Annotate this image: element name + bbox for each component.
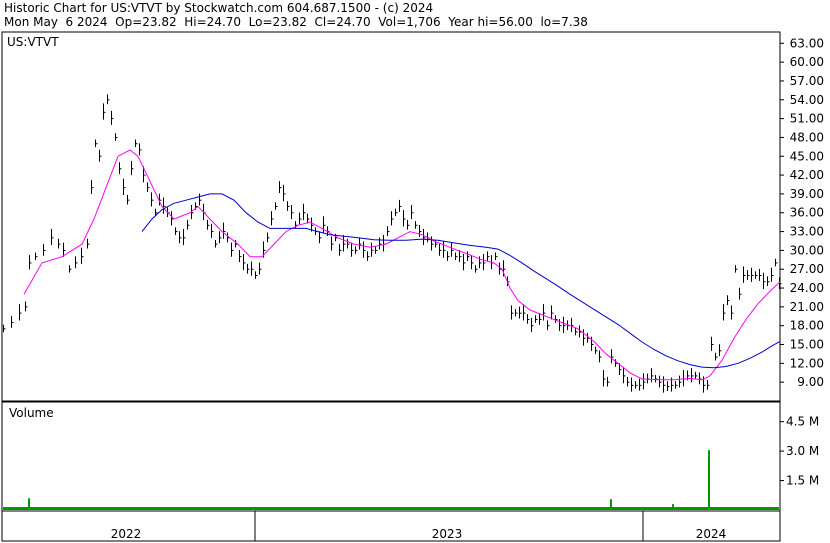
volume-baseline (3, 507, 779, 510)
volume-bar (668, 507, 670, 510)
year-label-2023: 2023 (432, 527, 463, 541)
price-tick-label: 45.00 (790, 149, 824, 163)
price-tick-label: 30.00 (790, 243, 824, 257)
symbol-label: US:VTVT (7, 35, 59, 49)
volume-bar (610, 499, 612, 510)
price-tick-label: 24.00 (790, 281, 824, 295)
price-tick-label: 18.00 (790, 319, 824, 333)
volume-panel (1, 401, 781, 512)
year-label-2022: 2022 (111, 527, 142, 541)
price-tick-label: 27.00 (790, 262, 824, 276)
volume-bar (28, 498, 30, 510)
price-tick-label: 57.00 (790, 74, 824, 88)
price-tick-label: 39.00 (790, 187, 824, 201)
price-tick-label: 51.00 (790, 112, 824, 126)
price-tick-label: 33.00 (790, 225, 824, 239)
price-tick-label: 21.00 (790, 300, 824, 314)
price-tick-label: 36.00 (790, 206, 824, 220)
price-tick-label: 54.00 (790, 93, 824, 107)
volume-title: Volume (9, 406, 54, 420)
stock-chart: US:VTVT 63.00 60.00 57.00 54.00 51.00 48.00 45… (1, 31, 824, 542)
price-tick-label: 63.00 (790, 36, 824, 50)
volume-tick-label: 3.0 M (786, 444, 819, 458)
volume-tick-label: 4.5 M (786, 415, 819, 429)
volume-bar (672, 504, 674, 510)
price-axis: 63.00 60.00 57.00 54.00 51.00 48.00 45.00 42.00… (780, 36, 824, 389)
volume-axis: 4.5 M 3.0 M 1.5 M (780, 415, 819, 488)
year-label-2024: 2024 (696, 527, 727, 541)
price-tick-label: 15.00 (790, 338, 824, 352)
price-tick-label: 48.00 (790, 130, 824, 144)
price-tick-label: 9.00 (797, 375, 824, 389)
volume-bar (708, 450, 710, 510)
price-tick-label: 60.00 (790, 55, 824, 69)
price-tick-label: 42.00 (790, 168, 824, 182)
price-tick-label: 12.00 (790, 356, 824, 370)
volume-tick-label: 1.5 M (786, 474, 819, 488)
